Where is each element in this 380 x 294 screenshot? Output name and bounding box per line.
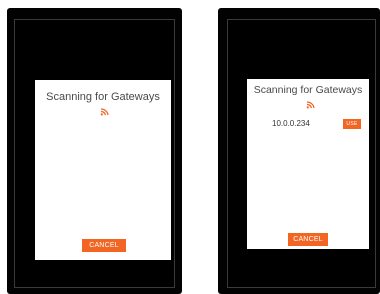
- wifi-signal-icon: [306, 101, 315, 109]
- gateway-scan-dialog: Scanning for Gateways 10.0.0.234 USE CAN…: [247, 79, 369, 249]
- gateway-scan-dialog: Scanning for Gateways CANCEL: [35, 80, 171, 260]
- phone-scanning-found: Scanning for Gateways 10.0.0.234 USE CAN…: [218, 8, 380, 294]
- wifi-signal-icon: [100, 108, 109, 116]
- comparison-stage: Scanning for Gateways CANCEL Scanning fo…: [0, 0, 380, 294]
- phone-screen: Scanning for Gateways 10.0.0.234 USE CAN…: [227, 19, 376, 288]
- cancel-button[interactable]: CANCEL: [288, 233, 328, 246]
- cancel-button[interactable]: CANCEL: [82, 239, 126, 252]
- use-gateway-button[interactable]: USE: [343, 119, 361, 129]
- phone-scanning-empty: Scanning for Gateways CANCEL: [7, 8, 182, 294]
- dialog-title: Scanning for Gateways: [46, 91, 160, 103]
- phone-screen: Scanning for Gateways CANCEL: [14, 19, 175, 288]
- gateway-list-item[interactable]: 10.0.0.234 USE: [253, 118, 363, 130]
- dialog-title: Scanning for Gateways: [253, 84, 363, 96]
- gateway-ip-address: 10.0.0.234: [272, 119, 310, 128]
